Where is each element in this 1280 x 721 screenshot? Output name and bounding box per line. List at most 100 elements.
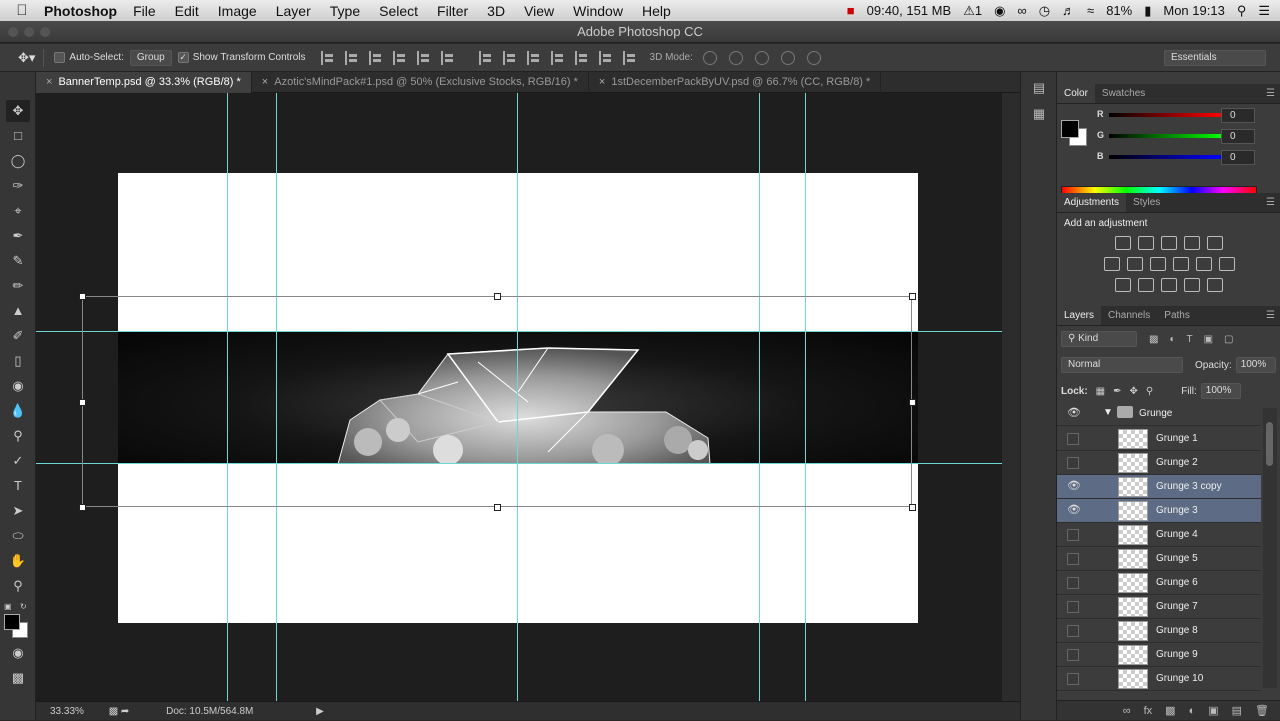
document-tab[interactable]: × Azotic'sMindPack#1.psd @ 50% (Exclusive… — [252, 72, 589, 93]
scrollbar-thumb[interactable] — [1266, 422, 1273, 466]
blue-bar[interactable] — [1109, 155, 1221, 159]
layer-row[interactable]: Grunge 2 — [1057, 451, 1261, 475]
visibility-toggle-icon[interactable] — [1067, 673, 1079, 685]
canvas-vertical-scrollbar[interactable] — [1002, 93, 1020, 701]
eye-icon[interactable]: 👁 — [1067, 481, 1081, 493]
close-tab-icon[interactable]: × — [46, 76, 52, 88]
panel-menu-icon[interactable]: ☰ — [1266, 197, 1275, 208]
visibility-toggle-icon[interactable] — [1067, 553, 1079, 565]
layer-row[interactable]: Grunge 10 — [1057, 667, 1261, 691]
menu-layer[interactable]: Layer — [276, 3, 311, 19]
volume-icon[interactable]: ♬ — [1062, 3, 1075, 18]
auto-select-dropdown[interactable]: Group — [129, 49, 172, 66]
zoom-level[interactable]: 33.33% — [50, 706, 84, 717]
close-tab-icon[interactable]: × — [262, 76, 268, 88]
layer-name[interactable]: Grunge 1 — [1156, 433, 1198, 444]
crop-tool-icon[interactable]: ⌖ — [6, 200, 30, 222]
align-left-icon[interactable] — [392, 50, 407, 65]
healing-brush-tool-icon[interactable]: ✎ — [6, 250, 30, 272]
color-lookup-icon[interactable] — [1218, 257, 1235, 271]
lasso-tool-icon[interactable]: ◯ — [6, 150, 30, 172]
brightness-contrast-icon[interactable] — [1115, 236, 1131, 250]
green-bar[interactable] — [1109, 134, 1221, 138]
menu-3d[interactable]: 3D — [487, 3, 505, 19]
align-bottom-icon[interactable] — [368, 50, 383, 65]
layer-row[interactable]: Grunge 4 — [1057, 523, 1261, 547]
swap-colors-icon[interactable]: ↻ — [20, 602, 30, 611]
3d-roll-icon[interactable] — [728, 50, 743, 65]
layers-scrollbar[interactable] — [1263, 408, 1277, 688]
path-selection-tool-icon[interactable]: ➤ — [6, 500, 30, 522]
visibility-toggle-icon[interactable] — [1067, 625, 1079, 637]
layer-name[interactable]: Grunge 9 — [1156, 649, 1198, 660]
layer-row[interactable]: Grunge 9 — [1057, 643, 1261, 667]
3d-scale-icon[interactable] — [806, 50, 821, 65]
minimize-window-icon[interactable] — [24, 27, 34, 37]
layer-row[interactable]: 👁 Grunge 3 copy — [1057, 475, 1261, 499]
add-mask-icon[interactable]: ▩ — [1165, 704, 1175, 717]
panel-menu-icon[interactable]: ☰ — [1266, 88, 1275, 99]
align-vertical-center-icon[interactable] — [344, 50, 359, 65]
filter-type-icons[interactable]: ▩◐T▣▢ — [1149, 334, 1245, 345]
move-tool-preset-icon[interactable]: ✥▾ — [18, 50, 35, 66]
move-tool-icon[interactable]: ✥ — [6, 100, 30, 122]
transform-bounding-box[interactable] — [82, 296, 912, 507]
visibility-toggle-icon[interactable] — [1067, 577, 1079, 589]
tab-color[interactable]: Color — [1057, 84, 1095, 103]
canvas-area[interactable] — [36, 93, 1002, 701]
new-group-icon[interactable]: ▣ — [1208, 704, 1218, 717]
blue-slider[interactable]: B 0 — [1097, 150, 1277, 166]
vibrance-icon[interactable] — [1207, 236, 1223, 250]
transform-handle[interactable] — [494, 293, 501, 300]
screen-mode-icon[interactable]: ▩ — [6, 667, 30, 689]
auto-align-icon[interactable] — [622, 50, 637, 65]
apple-icon[interactable]:  — [0, 2, 44, 19]
workspace-dropdown[interactable]: Essentials — [1164, 50, 1266, 66]
selective-color-icon[interactable] — [1184, 278, 1200, 292]
paint-bucket-tool-icon[interactable]: ◉ — [6, 375, 30, 397]
visibility-toggle-icon[interactable] — [1067, 601, 1079, 613]
new-adjustment-icon[interactable]: ◐ — [1189, 705, 1196, 717]
fx-icon[interactable]: fx — [1144, 705, 1153, 717]
menu-image[interactable]: Image — [218, 3, 257, 19]
zoom-window-icon[interactable] — [40, 27, 50, 37]
history-brush-tool-icon[interactable]: ✐ — [6, 325, 30, 347]
transform-handle[interactable] — [79, 399, 86, 406]
tab-layers[interactable]: Layers — [1057, 306, 1102, 325]
pen-tool-icon[interactable]: ✓ — [6, 450, 30, 472]
visibility-toggle-icon[interactable] — [1067, 433, 1079, 445]
invert-icon[interactable] — [1115, 278, 1131, 292]
green-value[interactable]: 0 — [1221, 129, 1255, 144]
align-top-icon[interactable] — [320, 50, 335, 65]
layer-name[interactable]: Grunge 8 — [1156, 625, 1198, 636]
eye-icon[interactable]: 👁 — [1067, 505, 1081, 517]
layer-row[interactable]: Grunge 7 — [1057, 595, 1261, 619]
disclosure-triangle-icon[interactable]: ▼ — [1103, 407, 1113, 418]
spotlight-icon[interactable]: ⚲ — [1237, 3, 1247, 19]
visibility-toggle-icon[interactable] — [1067, 529, 1079, 541]
time-machine-icon[interactable]: ◷ — [1039, 3, 1050, 19]
recording-icon[interactable]: ■ — [847, 3, 855, 18]
lock-icons[interactable]: ▦✒✥⚲ — [1096, 386, 1162, 397]
b-icon[interactable]: ◉ — [994, 3, 1005, 19]
hand-tool-icon[interactable]: ✋ — [6, 550, 30, 572]
close-window-icon[interactable] — [8, 27, 18, 37]
layer-name[interactable]: Grunge 3 — [1156, 505, 1198, 516]
align-horizontal-center-icon[interactable] — [416, 50, 431, 65]
transform-handle[interactable] — [909, 504, 916, 511]
3d-slide-icon[interactable] — [780, 50, 795, 65]
delete-layer-icon[interactable]: 🗑 — [1255, 704, 1269, 717]
menu-filter[interactable]: Filter — [437, 3, 468, 19]
wifi-icon[interactable]: ≈ — [1087, 3, 1094, 18]
layer-row[interactable]: Grunge 5 — [1057, 547, 1261, 571]
photo-filter-icon[interactable] — [1172, 257, 1189, 271]
layer-name[interactable]: Grunge 3 copy — [1156, 481, 1222, 492]
foreground-color-swatch[interactable] — [1061, 120, 1079, 138]
transform-handle[interactable] — [909, 399, 916, 406]
panel-menu-icon[interactable]: ☰ — [1266, 310, 1275, 321]
color-balance-icon[interactable] — [1126, 257, 1143, 271]
document-tab[interactable]: × 1stDecemberPackByUV.psd @ 66.7% (CC, RG… — [589, 72, 882, 93]
layer-name[interactable]: Grunge 10 — [1156, 673, 1203, 684]
blur-tool-icon[interactable]: 💧 — [6, 400, 30, 422]
layer-group-grunge[interactable]: 👁 ▼ Grunge — [1057, 402, 1261, 426]
